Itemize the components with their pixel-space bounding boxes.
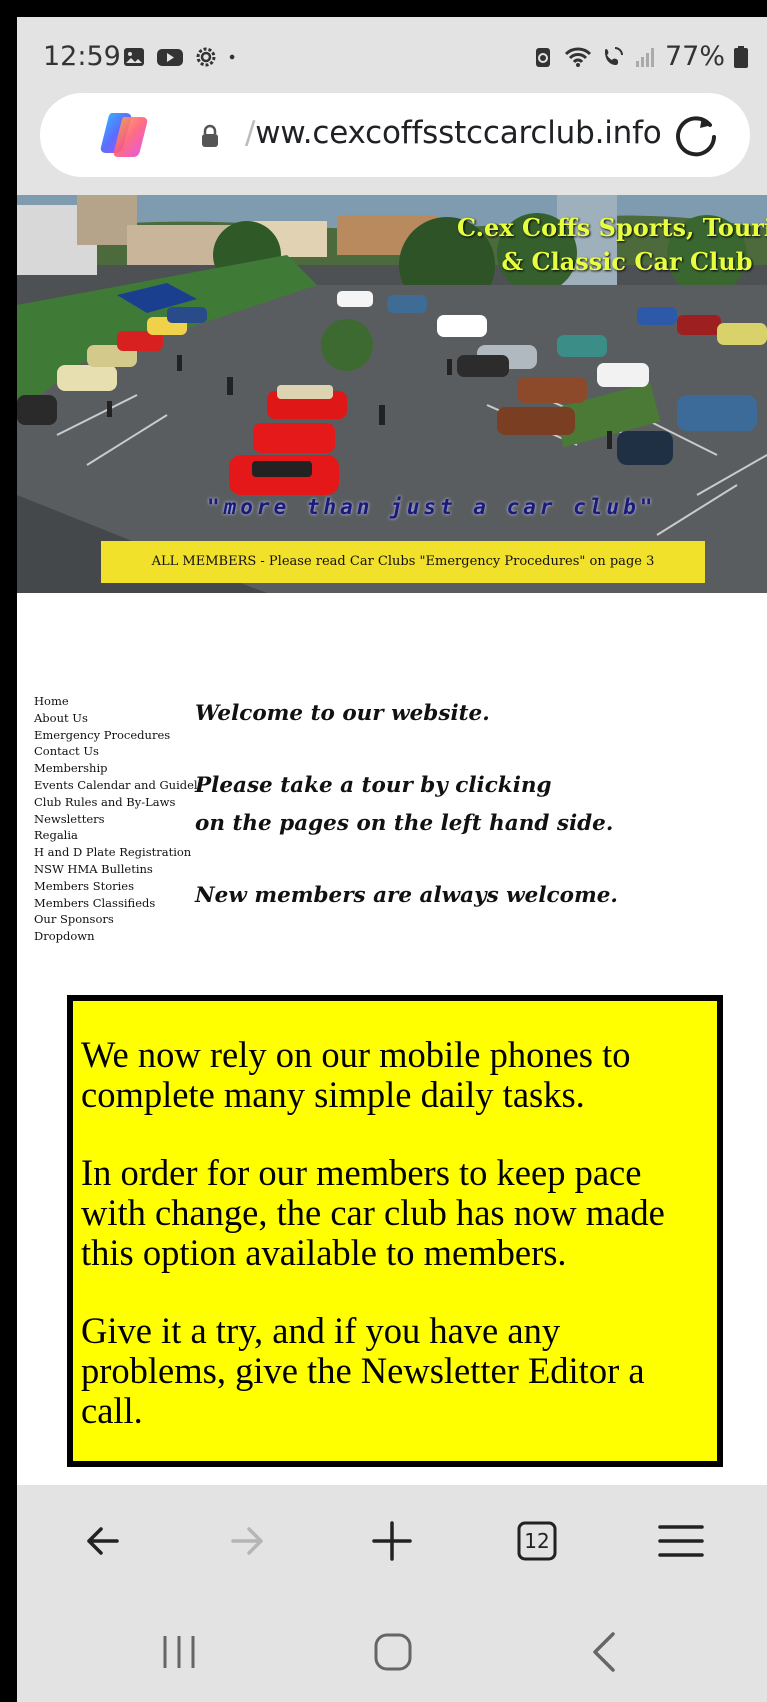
browser-toolbar: 12 [17, 1485, 767, 1597]
back-button[interactable] [75, 1513, 131, 1569]
sidebar-item-regalia[interactable]: Regalia [34, 827, 199, 844]
status-time: 12:59 [43, 41, 121, 72]
recent-apps-icon [163, 1636, 195, 1668]
sidebar-item-sponsors[interactable]: Our Sponsors [34, 911, 199, 928]
sidebar-item-events-calendar[interactable]: Events Calendar and Guideli [34, 777, 201, 794]
battery-icon [734, 45, 748, 68]
signal-icon [635, 47, 654, 67]
dot-icon [229, 54, 235, 60]
welcome-line: on the pages on the left hand side. [195, 811, 614, 836]
forward-button[interactable] [219, 1513, 275, 1569]
recent-apps-button[interactable] [149, 1627, 209, 1677]
sidebar-item-members-stories[interactable]: Members Stories [34, 878, 199, 895]
sidebar-item-membership[interactable]: Membership [34, 760, 199, 777]
battery-percent: 77% [664, 41, 725, 72]
lock-icon [202, 124, 218, 147]
club-title-line2: & Classic Car Club [501, 247, 753, 276]
wifi-icon [564, 47, 592, 67]
gallery-icon [124, 48, 144, 66]
club-title-line1: C.ex Coffs Sports, Touring [457, 213, 767, 242]
sidebar-item-home[interactable]: Home [34, 693, 199, 710]
url-value: ww.cexcoffsstccarclub.info [255, 115, 662, 151]
welcome-line: Please take a tour by clicking [195, 773, 552, 798]
youtube-icon [157, 49, 183, 66]
hamburger-menu-icon [658, 1525, 704, 1557]
system-navigation-bar [17, 1597, 767, 1702]
plus-icon [372, 1521, 412, 1561]
club-title: C.ex Coffs Sports, Touring & Classic Car… [457, 211, 767, 279]
tabs-button[interactable]: 12 [509, 1513, 565, 1569]
sidebar-item-dropdown[interactable]: Dropdown [34, 928, 199, 945]
reload-icon[interactable] [672, 111, 720, 159]
notice-paragraph: Give it a try, and if you have any probl… [81, 1310, 645, 1431]
settings-icon [196, 47, 216, 67]
wifi-calling-icon [604, 46, 623, 65]
status-bar: 12:59 77% [17, 17, 767, 93]
notification-icons [122, 45, 242, 69]
new-tab-button[interactable] [364, 1513, 420, 1569]
notice-paragraph: In order for our members to keep pace wi… [81, 1152, 665, 1273]
url-text[interactable]: /ww.cexcoffsstccarclub.info [245, 115, 662, 151]
address-bar[interactable]: /ww.cexcoffsstccarclub.info [40, 93, 750, 177]
sidebar-item-club-rules[interactable]: Club Rules and By-Laws [34, 794, 199, 811]
welcome-line: New members are always welcome. [195, 883, 618, 908]
arrow-left-icon [87, 1527, 119, 1555]
phone-screen: 12:59 77% /ww.cexcoffsstccarclub.info C.… [17, 17, 767, 1702]
mobile-notice-box: We now rely on our mobile phones to comp… [67, 995, 723, 1467]
sidebar-item-members-classifieds[interactable]: Members Classifieds [34, 895, 199, 912]
tab-count: 12 [524, 1529, 550, 1553]
home-button[interactable] [363, 1627, 423, 1677]
chevron-left-icon [593, 1632, 615, 1672]
home-icon [374, 1633, 412, 1671]
hero-banner: C.ex Coffs Sports, Touring & Classic Car… [17, 195, 767, 593]
sidebar-item-contact-us[interactable]: Contact Us [34, 743, 199, 760]
sidebar-item-emergency-procedures[interactable]: Emergency Procedures [34, 727, 199, 744]
sidebar-item-plate-registration[interactable]: H and D Plate Registration [34, 844, 199, 861]
sidebar-item-newsletters[interactable]: Newsletters [34, 811, 199, 828]
sidebar-nav: Home About Us Emergency Procedures Conta… [34, 693, 201, 945]
copilot-icon[interactable] [98, 109, 150, 161]
system-back-button[interactable] [575, 1627, 635, 1677]
menu-button[interactable] [653, 1513, 709, 1569]
sidebar-item-hma-bulletins[interactable]: NSW HMA Bulletins [34, 861, 199, 878]
web-page: C.ex Coffs Sports, Touring & Classic Car… [17, 195, 767, 1485]
sidebar-item-about-us[interactable]: About Us [34, 710, 199, 727]
notice-paragraph: We now rely on our mobile phones to comp… [81, 1034, 631, 1115]
welcome-line: Welcome to our website. [195, 701, 490, 726]
arrow-right-icon [231, 1527, 263, 1555]
url-fade: / [245, 115, 256, 151]
status-right: 77% [531, 41, 749, 72]
emergency-notice-banner[interactable]: ALL MEMBERS - Please read Car Clubs "Eme… [101, 541, 705, 583]
club-slogan: "more than just a car club" [207, 495, 657, 519]
alarm-icon [535, 47, 550, 67]
